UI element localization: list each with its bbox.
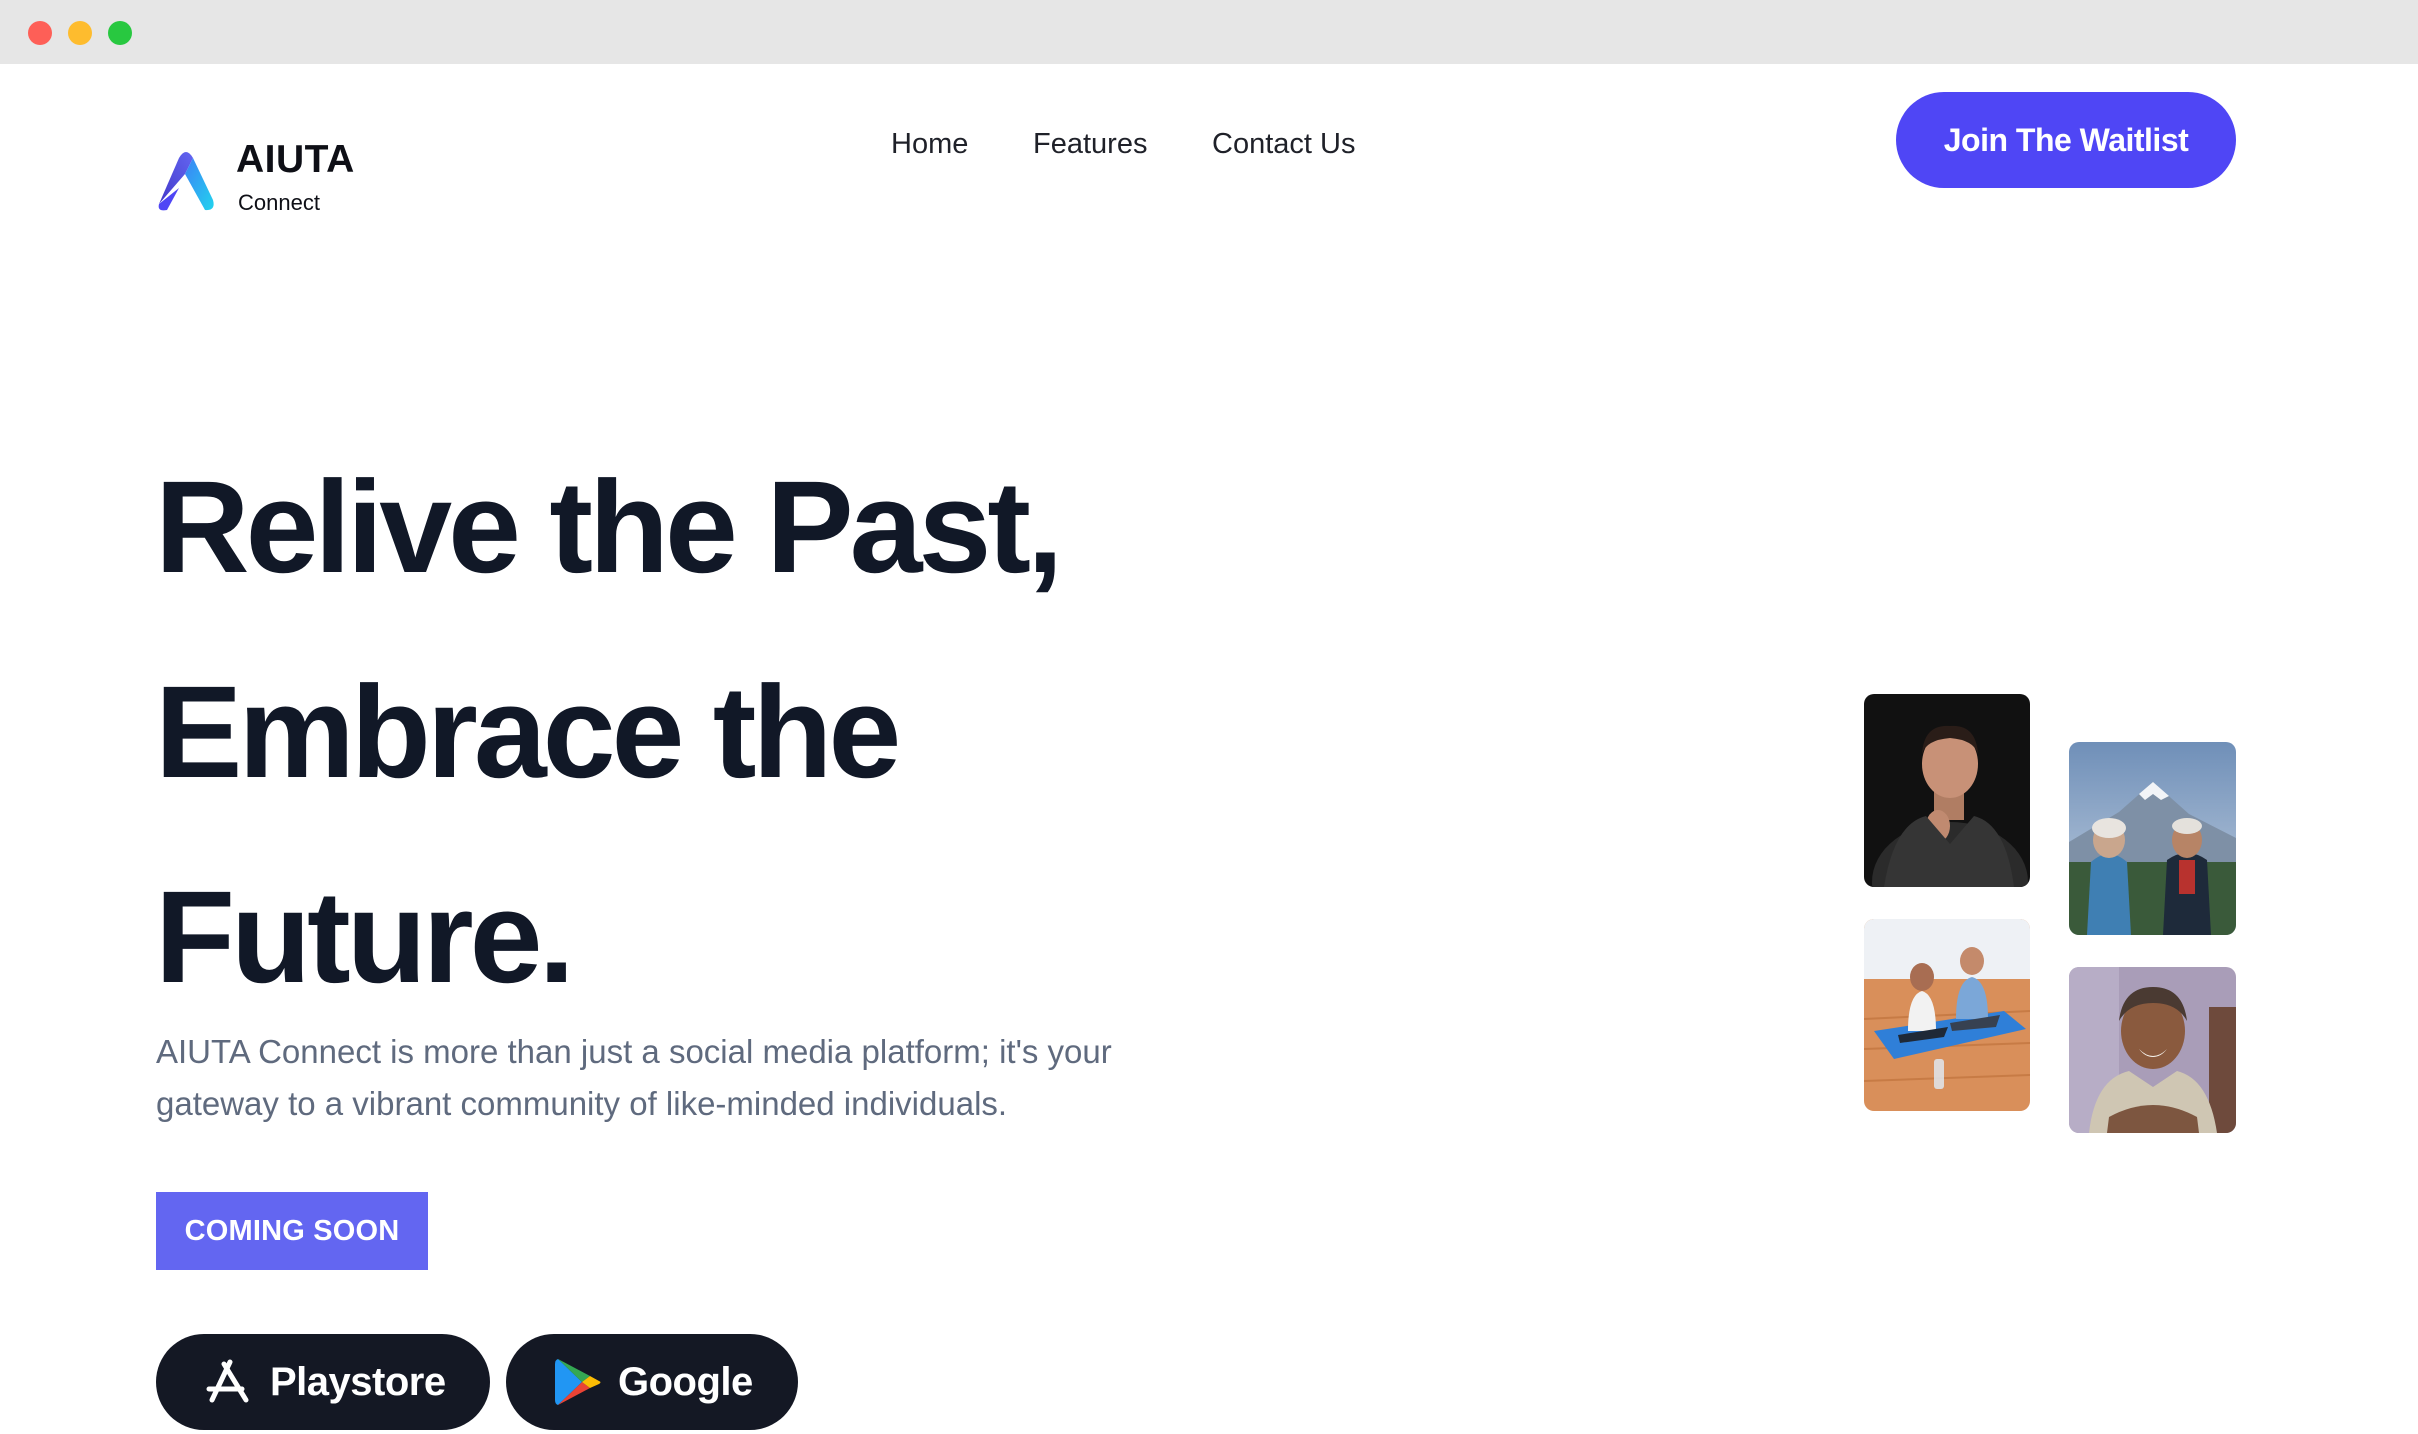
couple-yoga-mat: [1864, 919, 2030, 1111]
nav-features[interactable]: Features: [1033, 130, 1147, 159]
aiuta-logo-icon: [155, 148, 217, 212]
portrait-man-dark-background: [1864, 694, 2030, 887]
hero-title-line: Relive the Past,: [155, 453, 1063, 600]
hero-description: AIUTA Connect is more than just a social…: [156, 1026, 1156, 1130]
google-play-label: Google: [618, 1359, 753, 1404]
hero-title-line: Future.: [155, 863, 575, 1010]
google-play-icon: [552, 1356, 604, 1408]
page: AIUTA Connect Home Features Contact Us J…: [0, 64, 2418, 1434]
logo-title: AIUTA: [236, 138, 355, 181]
app-store-icon: [204, 1356, 256, 1408]
coming-soon-badge: COMING SOON: [156, 1192, 428, 1270]
hero-title: Relive the Past, Embrace the Future.: [155, 424, 1155, 1039]
nav-home[interactable]: Home: [891, 130, 968, 159]
brand-logo[interactable]: AIUTA Connect: [155, 104, 385, 214]
join-waitlist-button[interactable]: Join The Waitlist: [1896, 92, 2236, 188]
minimize-window-button[interactable]: [68, 21, 92, 45]
maximize-window-button[interactable]: [108, 21, 132, 45]
window-titlebar: [0, 0, 2418, 64]
hero-description-line: AIUTA Connect is more than just a social…: [156, 1033, 1112, 1070]
logo-subtitle: Connect: [238, 190, 320, 215]
app-store-button[interactable]: Playstore: [156, 1334, 490, 1430]
nav-contact-us[interactable]: Contact Us: [1212, 130, 1355, 159]
google-play-button[interactable]: Google: [506, 1334, 798, 1430]
hero-title-line: Embrace the: [155, 658, 901, 805]
hero-description-line: gateway to a vibrant community of like-m…: [156, 1085, 1008, 1122]
smiling-senior-woman: [2069, 967, 2236, 1133]
close-window-button[interactable]: [28, 21, 52, 45]
two-seniors-mountain: [2069, 742, 2236, 935]
app-store-label: Playstore: [270, 1359, 446, 1404]
